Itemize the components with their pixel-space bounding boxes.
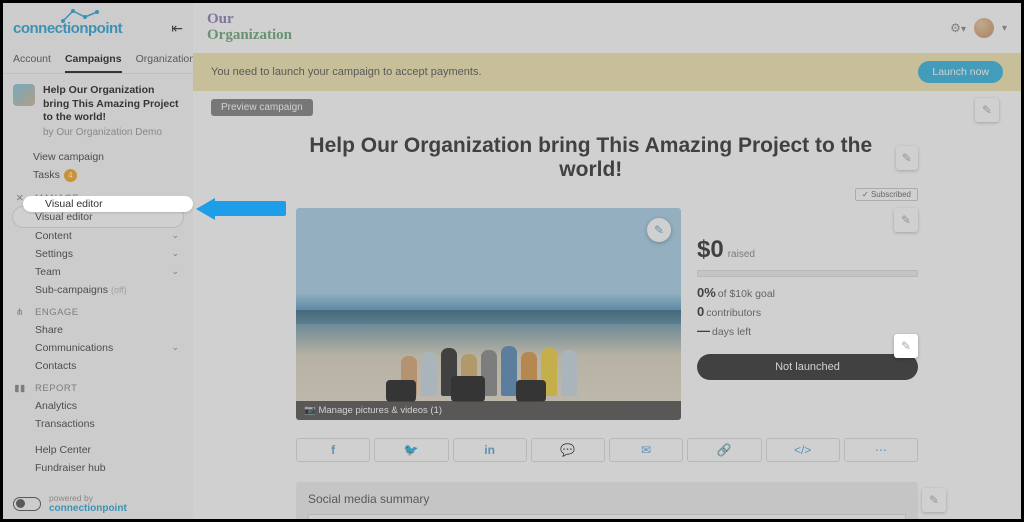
menu-settings[interactable]: Settings ⌄ (13, 245, 183, 263)
main: Our Organization ⚙▾ ▾ You need to launch… (193, 3, 1021, 519)
launch-alert: You need to launch your campaign to acce… (193, 53, 1021, 91)
social-summary: ✎ Social media summary (296, 482, 918, 519)
subscribed-chip[interactable]: ✓ Subscribed (855, 188, 918, 201)
share-facebook-icon[interactable]: f (296, 438, 370, 462)
chevron-down-icon: ⌄ (171, 248, 183, 259)
menu-share[interactable]: Share (13, 321, 183, 339)
highlight-visual-editor[interactable]: Visual editor (23, 196, 193, 212)
brand-logo: connectionpoint (13, 20, 122, 37)
page-title: Help Our Organization bring This Amazing… (296, 134, 886, 182)
tab-campaigns[interactable]: Campaigns (65, 53, 122, 73)
share-embed-icon[interactable]: </> (766, 438, 840, 462)
contributors-line: 0contributors (697, 302, 918, 321)
menu-content[interactable]: Content ⌄ (13, 227, 183, 245)
tasks-count-badge: 4 (64, 169, 77, 182)
alert-text: You need to launch your campaign to acce… (211, 66, 482, 78)
chevron-down-icon: ⌄ (171, 266, 183, 277)
edit-launch-icon[interactable]: ✎ (894, 334, 918, 358)
media-column: 📷 Manage pictures & videos (1) ✎ (296, 208, 681, 420)
tasks-link[interactable]: Tasks 4 (13, 166, 183, 185)
chevron-down-icon: ⌄ (171, 230, 183, 241)
share-link-icon[interactable]: 🔗 (687, 438, 761, 462)
powered-by: powered by connectionpoint (49, 494, 127, 514)
report-label: REPORT (35, 383, 77, 394)
content-label: Content (35, 230, 72, 242)
view-campaign-link[interactable]: View campaign (13, 148, 183, 166)
chevron-down-icon: ⌄ (171, 342, 183, 353)
report-icon: ▮▮ (13, 383, 27, 394)
campaign-byline: by Our Organization Demo (43, 127, 183, 138)
collapse-sidebar-icon[interactable]: ⇤ (171, 20, 183, 37)
share-row: f 🐦 in 💬 ✉ 🔗 </> ⋯ (296, 438, 918, 462)
menu-fundraiser-hub[interactable]: Fundraiser hub (13, 459, 183, 477)
share-twitter-icon[interactable]: 🐦 (374, 438, 448, 462)
days-line: —days left (697, 321, 918, 340)
campaign-title: Help Our Organization bring This Amazing… (43, 84, 183, 125)
share-linkedin-icon[interactable]: in (453, 438, 527, 462)
tab-organizations[interactable]: Organizations (136, 53, 201, 73)
campaign-hero-image: 📷 Manage pictures & videos (1) (296, 208, 681, 420)
tab-account[interactable]: Account (13, 53, 51, 73)
avatar-caret[interactable]: ▾ (1002, 23, 1007, 34)
edit-title-icon[interactable]: ✎ (896, 146, 918, 170)
goal-line: 0%of $10k goal (697, 283, 918, 302)
engage-label: ENGAGE (35, 307, 79, 318)
share-email-icon[interactable]: ✉ (609, 438, 683, 462)
campaign-header: Help Our Organization bring This Amazing… (3, 74, 193, 148)
top-bar: Our Organization ⚙▾ ▾ (193, 3, 1021, 53)
launch-now-button[interactable]: Launch now (918, 61, 1003, 83)
logo-row: connectionpoint ⇤ (3, 3, 193, 53)
progress-bar (697, 270, 918, 277)
tasks-label: Tasks (33, 169, 60, 181)
menu-transactions[interactable]: Transactions (13, 415, 183, 433)
communications-label: Communications (35, 342, 113, 354)
edit-summary-icon[interactable]: ✎ (922, 488, 946, 512)
stats-column: ✎ $0 raised 0%of $10k goal 0contributors… (697, 208, 918, 420)
sidebar-footer: powered by connectionpoint (13, 494, 183, 514)
section-help: Help Center Fundraiser hub (3, 433, 193, 477)
not-launched-button[interactable]: Not launched (697, 354, 918, 380)
share-messenger-icon[interactable]: 💬 (531, 438, 605, 462)
menu-communications[interactable]: Communications ⌄ (13, 339, 183, 357)
menu-help-center[interactable]: Help Center (13, 441, 183, 459)
menu-analytics[interactable]: Analytics (13, 397, 183, 415)
settings-label: Settings (35, 248, 73, 260)
sidebar: connectionpoint ⇤ Account Campaigns Orga… (3, 3, 193, 519)
gear-icon[interactable]: ⚙▾ (950, 21, 966, 35)
avatar[interactable] (974, 18, 994, 38)
summary-textarea[interactable] (308, 514, 906, 519)
org-title: Our Organization (207, 12, 292, 44)
summary-header: Social media summary (308, 492, 906, 506)
theme-toggle[interactable] (13, 497, 41, 511)
top-tabs: Account Campaigns Organizations Enterpri… (3, 53, 193, 74)
section-report: ▮▮ REPORT Analytics Transactions (3, 375, 193, 433)
share-more-icon[interactable]: ⋯ (844, 438, 918, 462)
menu-subcampaigns[interactable]: Sub-campaigns(off) (13, 281, 183, 299)
menu-team[interactable]: Team ⌄ (13, 263, 183, 281)
raised-amount: $0 (697, 236, 724, 264)
section-engage: ⋔ ENGAGE Share Communications ⌄ Contacts (3, 299, 193, 375)
subcampaigns-state: (off) (111, 285, 127, 295)
team-label: Team (35, 266, 61, 278)
edit-stats-icon[interactable]: ✎ (894, 208, 918, 232)
subcampaigns-label: Sub-campaigns (35, 284, 108, 296)
campaign-thumbnail (13, 84, 35, 106)
preview-campaign-chip[interactable]: Preview campaign (211, 99, 313, 116)
edit-media-icon[interactable]: ✎ (647, 218, 671, 242)
menu-contacts[interactable]: Contacts (13, 357, 183, 375)
engage-icon: ⋔ (13, 307, 27, 318)
raised-label: raised (728, 249, 755, 260)
media-caption[interactable]: 📷 Manage pictures & videos (1) (296, 401, 681, 420)
